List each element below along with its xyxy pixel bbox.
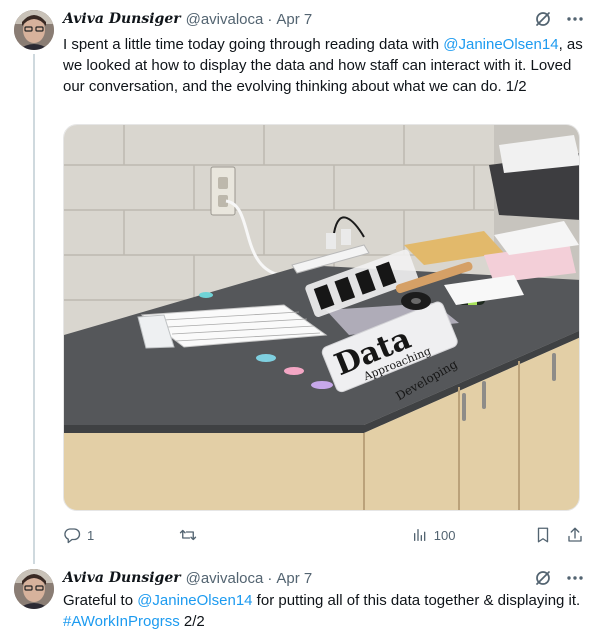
bookmark-button[interactable] bbox=[534, 526, 552, 544]
tweet-text-part: I spent a little time today going throug… bbox=[63, 36, 444, 53]
reply-count: 1 bbox=[87, 527, 95, 543]
mention-link[interactable]: @JanineOlsen14 bbox=[443, 36, 558, 53]
tweet[interactable]: Aviva Dunsiger @avivaloca · Apr 7 Gratef… bbox=[0, 560, 604, 633]
tweet-date[interactable]: Apr 7 bbox=[276, 11, 312, 28]
hashtag-link[interactable]: #AWorkInProgrss bbox=[63, 613, 180, 630]
author-name[interactable]: Aviva Dunsiger bbox=[63, 570, 181, 586]
views-chart-icon bbox=[413, 529, 426, 541]
retweet-button[interactable] bbox=[178, 526, 293, 544]
avatar[interactable] bbox=[14, 10, 54, 50]
retweet-icon bbox=[180, 529, 197, 541]
more-options-icon[interactable] bbox=[566, 10, 584, 28]
tweet-header: Aviva Dunsiger @avivaloca · Apr 7 bbox=[63, 568, 584, 588]
views-button[interactable]: 100 bbox=[412, 526, 534, 544]
tweet-header: Aviva Dunsiger @avivaloca · Apr 7 bbox=[63, 9, 584, 29]
tweet-text-part: 2/2 bbox=[179, 613, 205, 630]
grok-icon[interactable] bbox=[534, 569, 552, 587]
share-icon bbox=[568, 527, 582, 542]
reply-icon bbox=[64, 528, 81, 544]
tweet-actions: 1 100 bbox=[63, 524, 584, 546]
share-button[interactable] bbox=[566, 526, 584, 544]
tweet[interactable]: Aviva Dunsiger @avivaloca · Apr 7 I spen… bbox=[0, 0, 604, 560]
tweet-date[interactable]: Apr 7 bbox=[276, 570, 312, 587]
tweet-text: I spent a little time today going throug… bbox=[63, 34, 588, 97]
views-count: 100 bbox=[433, 527, 456, 543]
reply-button[interactable]: 1 bbox=[63, 526, 178, 544]
tweet-text-part: Grateful to bbox=[63, 592, 138, 609]
tweet-text: Grateful to @JanineOlsen14 for putting a… bbox=[63, 590, 588, 632]
tweet-photo[interactable]: Data Approaching Developing bbox=[63, 124, 580, 511]
separator-dot: · bbox=[267, 569, 273, 587]
separator-dot: · bbox=[267, 10, 273, 28]
author-name[interactable]: Aviva Dunsiger bbox=[63, 11, 181, 27]
bookmark-icon bbox=[537, 527, 549, 543]
author-handle[interactable]: @avivaloca bbox=[186, 570, 264, 587]
author-handle[interactable]: @avivaloca bbox=[186, 11, 264, 28]
avatar[interactable] bbox=[14, 569, 54, 609]
more-options-icon[interactable] bbox=[566, 569, 584, 587]
grok-icon[interactable] bbox=[534, 10, 552, 28]
tweet-text-part: for putting all of this data together & … bbox=[252, 592, 581, 609]
mention-link[interactable]: @JanineOlsen14 bbox=[137, 592, 252, 609]
